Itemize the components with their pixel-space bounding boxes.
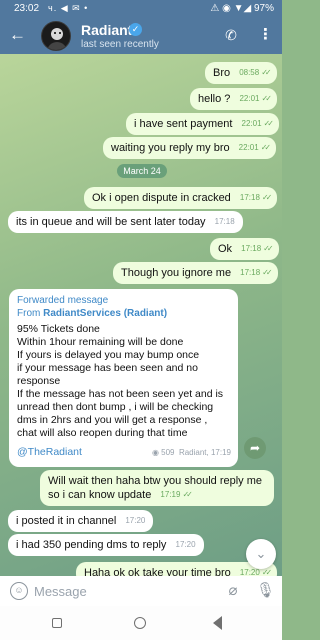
verified-badge-icon: ✓ — [129, 23, 142, 36]
message-composer: ☺ ⌀ 🎙︎ — [0, 576, 282, 606]
message-bubble[interactable]: Will wait then haha btw you should reply… — [40, 470, 274, 506]
forwarded-text: 95% Tickets done Within 1hour remaining … — [17, 323, 224, 439]
message-bubble[interactable]: Haha ok ok take your time bro 17:20 ✓✓ — [76, 562, 278, 576]
read-checks-icon: ✓✓ — [260, 143, 272, 152]
message-bubble[interactable]: hello ? 22:01 ✓✓ — [190, 88, 277, 110]
back-arrow-icon[interactable]: ← — [9, 25, 27, 45]
read-checks-icon: ✓✓ — [261, 193, 273, 202]
read-checks-icon: ✓✓ — [263, 244, 274, 253]
read-checks-icon: ✓✓ — [263, 119, 275, 128]
home-icon[interactable] — [134, 617, 146, 629]
avatar-figure — [47, 42, 67, 50]
microphone-icon[interactable]: 🎙︎ — [256, 581, 275, 601]
chat-header: ← Radiant ✓ last seen recently ✆ ⋮ — [0, 18, 282, 54]
message-bubble[interactable]: its in queue and will be sent later toda… — [8, 211, 243, 233]
status-time: 23:02 — [14, 3, 40, 14]
message-input[interactable] — [34, 580, 214, 602]
message-bubble[interactable]: waiting you reply my bro 22:01 ✓✓ — [103, 137, 277, 159]
forwarded-source[interactable]: From RadiantServices (Radiant) — [17, 307, 230, 320]
message-bubble[interactable]: Ok 17:18 ✓✓ — [210, 238, 279, 260]
recents-icon[interactable] — [52, 618, 62, 628]
chat-history[interactable]: Bro 08:58 ✓✓ hello ? 22:01 ✓✓ i have sent … — [0, 54, 282, 576]
status-bar: 23:02 ч. ◀ ✉ • ⚠ ◉ ▼◢ 97% — [0, 0, 282, 18]
smiley-icon[interactable]: ☺ — [10, 582, 28, 600]
forwarded-message[interactable]: Forwarded message From RadiantServices (… — [9, 289, 238, 467]
paperclip-icon[interactable]: ⌀ — [224, 581, 242, 601]
back-nav-icon[interactable] — [213, 616, 222, 630]
avatar[interactable] — [41, 21, 71, 51]
scroll-to-bottom-button[interactable]: ⌄ — [246, 539, 276, 569]
message-bubble[interactable]: i have sent payment 22:01 ✓✓ — [126, 113, 279, 135]
message-bubble[interactable]: i posted it in channel 17:20 — [8, 510, 154, 532]
message-bubble[interactable]: Bro 08:58 ✓✓ — [205, 62, 277, 84]
channel-link[interactable]: @TheRadiant — [17, 446, 82, 459]
read-checks-icon: ✓✓ — [261, 68, 272, 77]
date-divider: March 24 — [117, 164, 167, 178]
forwarded-label: Forwarded message — [17, 295, 109, 306]
read-checks-icon: ✓✓ — [262, 268, 273, 277]
message-views: ◉ 509 Radiant, 17:19 — [151, 448, 231, 457]
last-seen-status: last seen recently — [81, 39, 159, 50]
more-options-icon[interactable]: ⋮ — [258, 26, 273, 44]
read-checks-icon: ✓✓ — [261, 94, 273, 103]
contact-name[interactable]: Radiant — [81, 22, 132, 38]
read-checks-icon: ✓✓ — [182, 490, 193, 499]
system-navigation-bar — [0, 606, 282, 640]
phone-icon[interactable]: ✆ — [222, 26, 240, 44]
status-system-info: ⚠ ◉ ▼◢ 97% — [210, 3, 274, 14]
message-bubble[interactable]: Ok i open dispute in cracked 17:18 ✓✓ — [84, 187, 278, 209]
message-bubble[interactable]: Though you ignore me 17:18 ✓✓ — [113, 262, 278, 284]
share-forward-icon[interactable]: ➦ — [244, 437, 266, 459]
read-checks-icon: ✓✓ — [261, 568, 273, 576]
avatar-mask — [51, 28, 63, 40]
message-bubble[interactable]: i had 350 pending dms to reply 17:20 — [8, 534, 204, 556]
status-notification-icons: ч. ◀ ✉ • — [48, 3, 89, 13]
